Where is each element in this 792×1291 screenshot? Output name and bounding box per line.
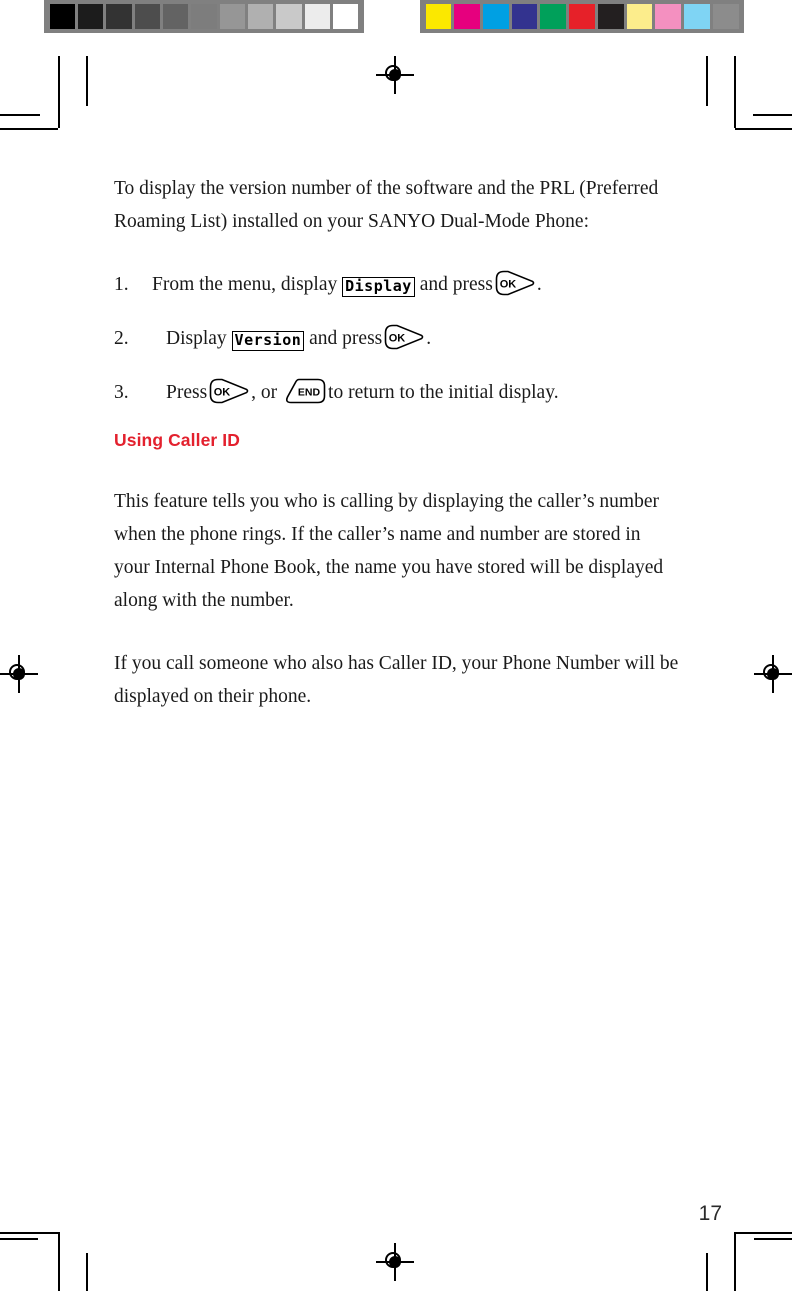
registration-target-bottom bbox=[376, 1243, 414, 1281]
crop-mark-top-right-horizontal bbox=[735, 128, 792, 130]
grayscale-patch-9 bbox=[304, 4, 331, 29]
page-content: To display the version number of the sof… bbox=[114, 172, 680, 713]
crop-mark-top-right-vertical bbox=[734, 56, 736, 128]
ok-key-icon: OK bbox=[494, 270, 536, 296]
crop-mark-bottom-right-inner-horizontal bbox=[754, 1238, 792, 1240]
registration-target-top bbox=[376, 56, 414, 94]
color-patch-0 bbox=[425, 4, 452, 29]
grayscale-patch-2 bbox=[106, 4, 132, 29]
step-item-1: 1. From the menu, display Display and pre… bbox=[114, 268, 680, 301]
process-color-bar bbox=[420, 0, 744, 33]
crop-mark-bottom-left-inner-vertical bbox=[86, 1253, 88, 1291]
crop-mark-bottom-left-vertical bbox=[58, 1232, 60, 1291]
color-patch-7 bbox=[626, 4, 653, 29]
step-number: 2. bbox=[114, 328, 129, 349]
crop-mark-top-right-inner-vertical bbox=[706, 56, 708, 106]
svg-text:OK: OK bbox=[500, 279, 517, 291]
step-text-after: to return to the initial display. bbox=[328, 382, 559, 403]
section-heading-using-caller-id: Using Caller ID bbox=[114, 430, 240, 450]
color-patch-8 bbox=[655, 4, 682, 29]
grayscale-patch-8 bbox=[276, 4, 302, 29]
ok-key-icon: OK bbox=[208, 378, 250, 404]
crop-mark-top-left-inner-vertical bbox=[86, 56, 88, 106]
intro-paragraph: To display the version number of the sof… bbox=[114, 178, 659, 232]
color-patch-1 bbox=[454, 4, 480, 29]
ok-key-icon: OK bbox=[383, 324, 425, 350]
color-patch-2 bbox=[482, 4, 509, 29]
crop-mark-bottom-left-inner-horizontal bbox=[0, 1238, 38, 1240]
grayscale-patch-1 bbox=[77, 4, 104, 29]
registration-dot bbox=[389, 69, 401, 81]
crop-mark-bottom-right-inner-vertical bbox=[706, 1253, 708, 1291]
step-text-before: From the menu, display bbox=[152, 274, 338, 295]
step-text-middle: , or bbox=[251, 382, 278, 403]
grayscale-patch-5 bbox=[191, 4, 217, 29]
color-patch-6 bbox=[597, 4, 624, 29]
body-paragraph-2: If you call someone who also has Caller … bbox=[114, 653, 679, 707]
step-text-middle: and press bbox=[309, 328, 383, 349]
grayscale-patch-10 bbox=[333, 4, 359, 29]
crop-mark-bottom-right-vertical bbox=[734, 1232, 736, 1291]
page-number: 17 bbox=[698, 1202, 722, 1225]
color-patch-9 bbox=[684, 4, 710, 29]
crop-mark-bottom-right-horizontal bbox=[735, 1232, 792, 1234]
color-patch-4 bbox=[540, 4, 567, 29]
crop-mark-top-left-vertical bbox=[58, 56, 60, 128]
grayscale-patch-0 bbox=[49, 4, 75, 29]
svg-text:OK: OK bbox=[389, 333, 406, 345]
svg-text:OK: OK bbox=[214, 387, 231, 399]
body-paragraph-1: This feature tells you who is calling by… bbox=[114, 491, 664, 611]
registration-target-right bbox=[754, 655, 792, 693]
step-text-before: Display bbox=[166, 328, 227, 349]
crop-mark-bottom-left-horizontal bbox=[0, 1232, 58, 1234]
step-text-after: . bbox=[426, 328, 432, 349]
step-item-2: 2. Display Version and press OK . bbox=[114, 322, 680, 355]
step-text-after: . bbox=[536, 274, 542, 295]
lcd-label-display: Display bbox=[342, 277, 415, 297]
registration-target-left bbox=[0, 655, 38, 693]
grayscale-patch-7 bbox=[248, 4, 274, 29]
lcd-label-version: Version bbox=[231, 331, 305, 351]
step-item-3: 3. Press OK , or END to return to the ini… bbox=[114, 376, 680, 409]
color-patch-10 bbox=[712, 4, 739, 29]
grayscale-patch-6 bbox=[219, 4, 246, 29]
step-number: 1. bbox=[114, 274, 129, 295]
step-number: 3. bbox=[114, 382, 129, 403]
registration-dot bbox=[389, 1256, 401, 1268]
crop-mark-top-left-horizontal bbox=[0, 128, 58, 130]
color-patch-5 bbox=[569, 4, 595, 29]
grayscale-step-wedge bbox=[44, 0, 364, 33]
svg-text:END: END bbox=[298, 387, 321, 399]
crop-mark-top-left-inner-horizontal bbox=[0, 114, 40, 116]
step-text-middle: and press bbox=[419, 274, 493, 295]
numbered-steps-list: 1. From the menu, display Display and pre… bbox=[114, 268, 680, 409]
registration-dot bbox=[767, 668, 779, 680]
grayscale-patch-4 bbox=[162, 4, 189, 29]
color-patch-3 bbox=[511, 4, 538, 29]
step-text-before: Press bbox=[166, 382, 208, 403]
crop-mark-top-right-inner-horizontal bbox=[753, 114, 792, 116]
grayscale-patch-3 bbox=[134, 4, 160, 29]
registration-dot bbox=[13, 668, 25, 680]
end-key-icon: END bbox=[283, 378, 327, 404]
